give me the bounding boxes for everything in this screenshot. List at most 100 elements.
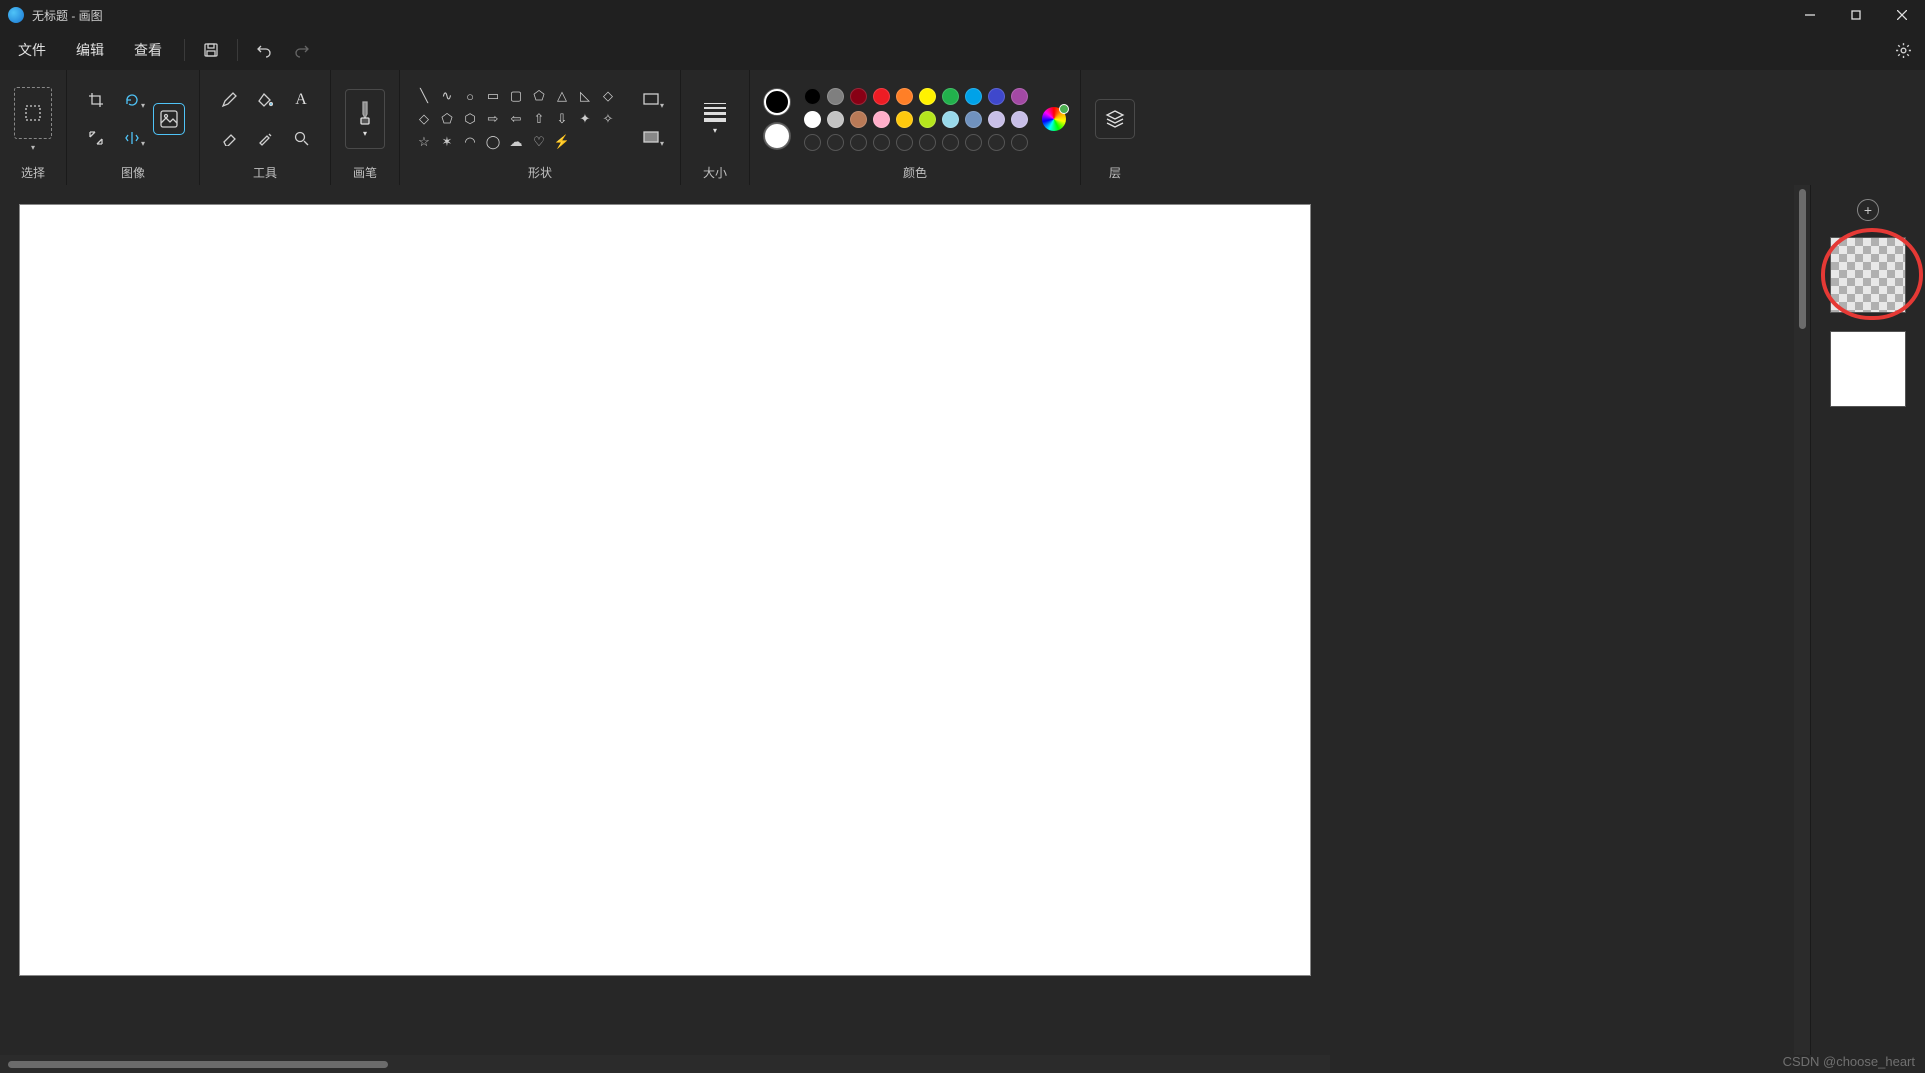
color-swatch[interactable] [827,88,844,105]
flip-tool[interactable]: ▾ [117,126,147,150]
color-swatch[interactable] [850,88,867,105]
shape-rect[interactable]: ▭ [483,86,503,106]
menu-file[interactable]: 文件 [4,34,60,66]
shape-arrow-left[interactable]: ⇦ [506,109,526,129]
magnifier-tool[interactable] [286,126,316,150]
select-tool[interactable] [14,87,52,139]
layer-thumbnail-white[interactable] [1830,331,1906,407]
shape-curve[interactable]: ∿ [437,86,457,106]
pencil-tool[interactable] [214,88,244,112]
color-main [764,89,790,149]
ribbon-label-layers: 层 [1109,164,1121,181]
color-swatch-empty[interactable] [896,134,913,151]
shape-outline-dropdown[interactable]: ▾ [636,88,666,112]
shape-pentagon[interactable]: ⬠ [437,109,457,129]
shape-arrow-right[interactable]: ⇨ [483,109,503,129]
ribbon-label-tools: 工具 [253,164,277,181]
shape-callout-cloud[interactable]: ☁ [506,132,526,152]
color-swatch-empty[interactable] [850,134,867,151]
color-swatch[interactable] [965,88,982,105]
settings-button[interactable] [1885,35,1921,65]
ribbon-label-select: 选择 [21,164,45,181]
menu-view[interactable]: 查看 [120,34,176,66]
minimize-button[interactable] [1787,0,1833,30]
color-swatch[interactable] [942,88,959,105]
horizontal-scrollbar[interactable] [0,1055,1330,1073]
edit-colors-button[interactable] [1042,107,1066,131]
color-swatch-empty[interactable] [873,134,890,151]
color-swatch-empty[interactable] [919,134,936,151]
color-swatch-empty[interactable] [988,134,1005,151]
color-swatch-empty[interactable] [1011,134,1028,151]
shape-diamond-outline[interactable]: ◇ [598,86,618,106]
color-primary[interactable] [764,89,790,115]
color-swatch[interactable] [1011,111,1028,128]
shape-callout-oval[interactable]: ◯ [483,132,503,152]
color-swatch[interactable] [988,111,1005,128]
separator [237,39,238,61]
color-swatch[interactable] [988,88,1005,105]
shape-sparkle[interactable]: ✧ [598,109,618,129]
color-swatch[interactable] [919,88,936,105]
color-swatch[interactable] [873,88,890,105]
shape-triangle[interactable]: △ [552,86,572,106]
color-secondary[interactable] [764,123,790,149]
shape-hexagon[interactable]: ⬡ [460,109,480,129]
shape-line[interactable]: ╲ [414,86,434,106]
layer-thumbnail-transparent[interactable] [1830,237,1906,313]
shape-4star[interactable]: ✦ [575,109,595,129]
color-swatch[interactable] [804,88,821,105]
shape-5star[interactable]: ☆ [414,132,434,152]
shape-diamond[interactable]: ◇ [414,109,434,129]
shape-lightning[interactable]: ⚡ [552,132,572,152]
shape-right-triangle[interactable]: ◺ [575,86,595,106]
color-swatch-empty[interactable] [804,134,821,151]
fill-tool[interactable] [250,88,280,112]
shape-fill-dropdown[interactable]: ▾ [636,126,666,150]
layers-toggle-button[interactable] [1095,99,1135,139]
ribbon-label-shapes: 形状 [528,164,552,181]
add-layer-button[interactable]: + [1857,199,1879,221]
shape-callout-round[interactable]: ◠ [460,132,480,152]
close-button[interactable] [1879,0,1925,30]
bottom-bar [0,1055,1925,1073]
color-swatch[interactable] [896,88,913,105]
color-swatch[interactable] [965,111,982,128]
color-swatch[interactable] [896,111,913,128]
size-dropdown[interactable]: ▾ [695,89,735,149]
color-row-custom [804,134,1028,151]
rotate-tool[interactable]: ▾ [117,88,147,112]
resize-tool[interactable] [81,126,111,150]
color-swatch-empty[interactable] [965,134,982,151]
shape-arrow-down[interactable]: ⇩ [552,109,572,129]
canvas[interactable] [20,205,1310,975]
undo-button[interactable] [246,35,282,65]
shape-polygon[interactable]: ⬠ [529,86,549,106]
color-swatch[interactable] [850,111,867,128]
color-swatch[interactable] [873,111,890,128]
eraser-tool[interactable] [214,126,244,150]
color-swatch[interactable] [804,111,821,128]
text-tool[interactable]: A [286,88,316,112]
menu-edit[interactable]: 编辑 [62,34,118,66]
color-swatch-empty[interactable] [942,134,959,151]
color-swatch-empty[interactable] [827,134,844,151]
shape-roundrect[interactable]: ▢ [506,86,526,106]
crop-tool[interactable] [81,88,111,112]
shape-arrow-up[interactable]: ⇧ [529,109,549,129]
color-swatch[interactable] [919,111,936,128]
shape-heart[interactable]: ♡ [529,132,549,152]
shape-oval[interactable]: ○ [460,86,480,106]
color-swatch[interactable] [942,111,959,128]
brushes-dropdown[interactable]: ▾ [345,89,385,149]
shape-6star[interactable]: ✶ [437,132,457,152]
redo-button[interactable] [284,35,320,65]
save-button[interactable] [193,35,229,65]
color-swatch[interactable] [1011,88,1028,105]
vertical-scrollbar[interactable] [1794,185,1810,1055]
color-swatch[interactable] [827,111,844,128]
picker-tool[interactable] [250,126,280,150]
maximize-button[interactable] [1833,0,1879,30]
image-select-tool[interactable] [153,103,185,135]
ribbon-group-size: ▾ 大小 [681,70,750,185]
